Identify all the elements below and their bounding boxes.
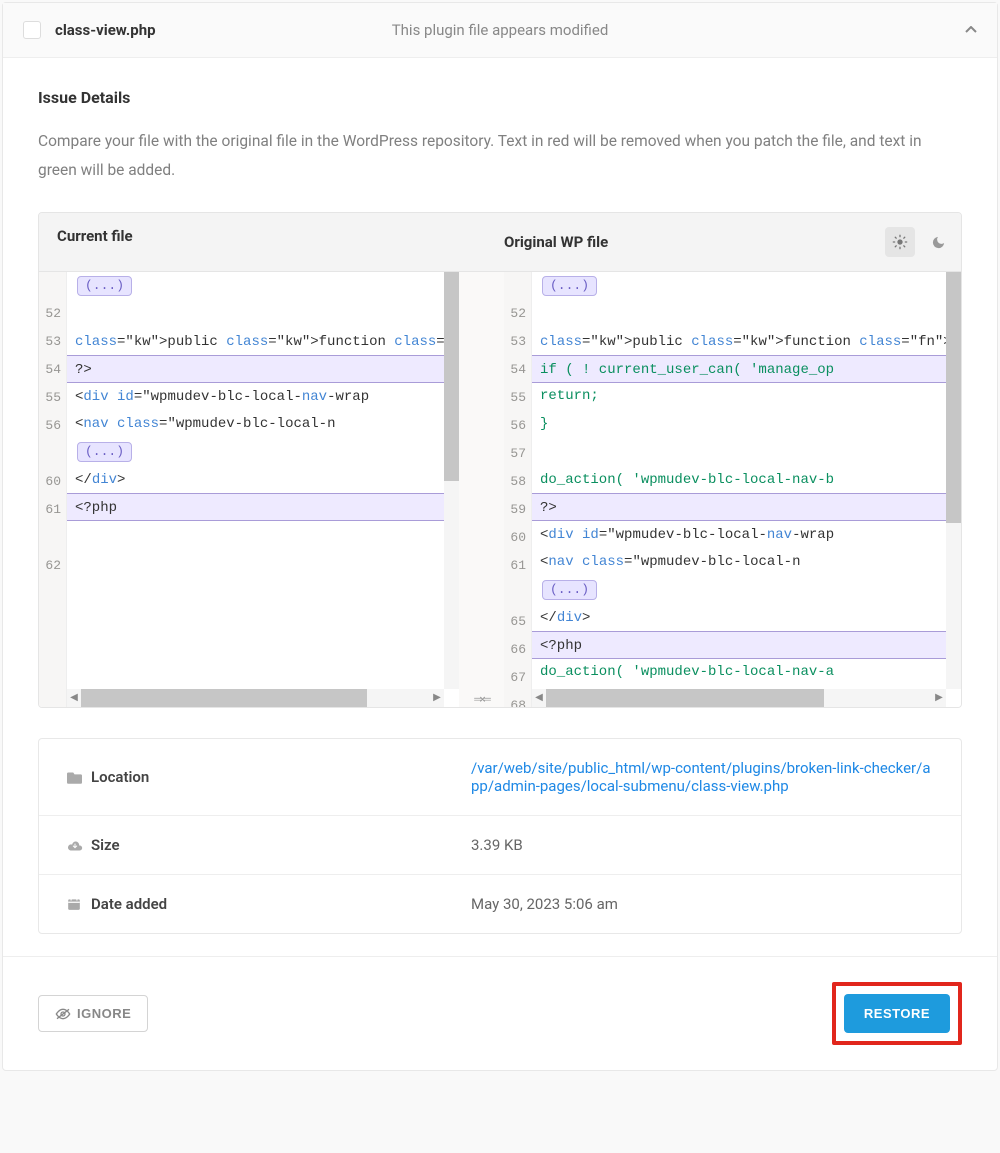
info-row-date: Date added May 30, 2023 5:06 am xyxy=(39,875,961,933)
location-label: Location xyxy=(91,768,471,786)
diff-connector: ⇒⇐ xyxy=(459,272,504,707)
restore-button[interactable]: RESTORE xyxy=(844,994,950,1033)
issue-panel: class-view.php This plugin file appears … xyxy=(2,2,998,1071)
diff-right-pane[interactable]: 5253545556575859606165666768 (...) class… xyxy=(504,272,961,707)
size-label: Size xyxy=(91,836,471,854)
restore-label: RESTORE xyxy=(864,1006,930,1021)
date-added-label: Date added xyxy=(91,895,471,913)
ignore-button[interactable]: IGNORE xyxy=(38,995,148,1032)
horizontal-scrollbar[interactable]: ◀▶ xyxy=(67,689,444,707)
file-name: class-view.php xyxy=(55,21,156,39)
file-info-table: Location /var/web/site/public_html/wp-co… xyxy=(38,738,962,934)
vertical-scrollbar[interactable] xyxy=(444,272,459,689)
diff-viewer: Current file Original WP file 5253545556… xyxy=(38,212,962,708)
issue-details-heading: Issue Details xyxy=(38,88,962,107)
ignore-label: IGNORE xyxy=(77,1006,131,1021)
vertical-scrollbar[interactable] xyxy=(946,272,961,689)
folder-icon xyxy=(67,771,91,784)
dark-theme-button[interactable] xyxy=(923,227,953,257)
merge-icon: ⇒⇐ xyxy=(459,692,504,707)
select-checkbox[interactable] xyxy=(23,21,41,39)
panel-header[interactable]: class-view.php This plugin file appears … xyxy=(3,3,997,58)
chevron-up-icon[interactable] xyxy=(965,26,977,34)
date-added-value: May 30, 2023 5:06 am xyxy=(471,895,933,913)
restore-highlight: RESTORE xyxy=(832,982,962,1045)
cloud-download-icon xyxy=(67,839,91,851)
info-row-location: Location /var/web/site/public_html/wp-co… xyxy=(39,739,961,816)
diff-current-file-label: Current file xyxy=(39,213,504,271)
horizontal-scrollbar[interactable]: ◀▶ xyxy=(532,689,946,707)
issue-details-description: Compare your file with the original file… xyxy=(38,127,962,184)
calendar-icon xyxy=(67,897,91,911)
diff-original-file-label: Original WP file xyxy=(504,233,885,251)
size-value: 3.39 KB xyxy=(471,836,933,854)
location-link[interactable]: /var/web/site/public_html/wp-content/plu… xyxy=(471,759,930,795)
info-row-size: Size 3.39 KB xyxy=(39,816,961,875)
diff-left-pane[interactable]: 5253545556606162 (...) class="kw">public… xyxy=(39,272,459,707)
light-theme-button[interactable] xyxy=(885,227,915,257)
